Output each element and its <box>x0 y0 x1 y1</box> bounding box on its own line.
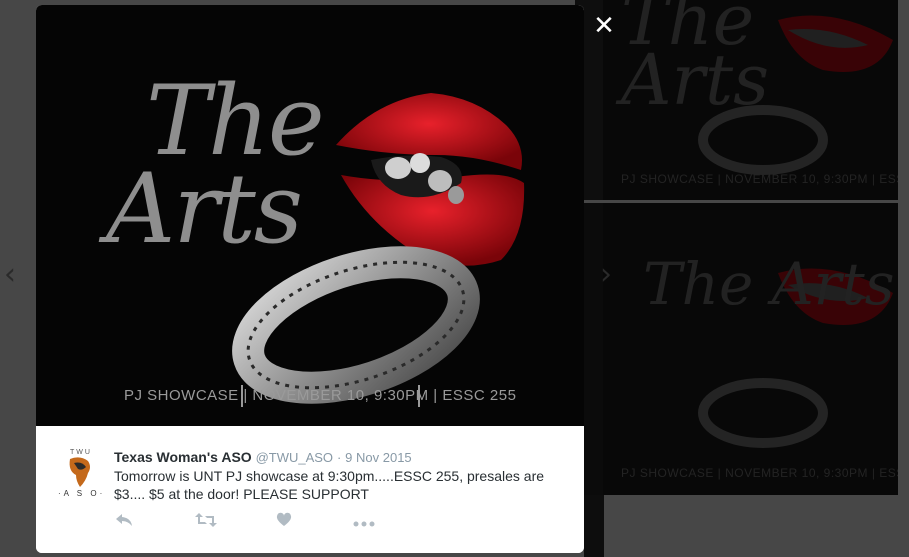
tweet-date[interactable]: 9 Nov 2015 <box>345 450 412 465</box>
gallery-tile-2: The Arts PJ SHOWCASE | NOVEMBER 10, 9:30… <box>603 203 898 495</box>
gallery-tile-1: The Arts PJ SHOWCASE | NOVEMBER 10, 9:30… <box>603 0 898 200</box>
avatar-top-text: TWU <box>70 449 92 456</box>
tile-1-title: The Arts <box>621 0 770 121</box>
tweet-author-name[interactable]: Texas Woman's ASO <box>114 449 252 465</box>
tweet-text: Tomorrow is UNT PJ showcase at 9:30pm...… <box>114 468 545 502</box>
gallery-tile-edge <box>584 495 604 557</box>
tweet-separator: · <box>336 450 342 465</box>
poster-caption: PJ SHOWCASE | NOVEMBER 10, 9:30PM | ESSC… <box>124 387 517 404</box>
poster-image: The Arts PJ SHOWCASE | NOVEMBER 10, 9:30… <box>36 5 584 426</box>
close-icon[interactable]: ✕ <box>590 12 618 40</box>
tweet-author-handle[interactable]: @TWU_ASO <box>256 450 333 465</box>
tile-1-caption: PJ SHOWCASE | NOVEMBER 10, 9:30PM | ESSC… <box>621 172 898 186</box>
tweet-header: Texas Woman's ASO @TWU_ASO · 9 Nov 2015 <box>114 449 412 465</box>
poster-title: The Arts <box>106 65 325 257</box>
avatar[interactable]: TWU ·A S O· <box>58 449 102 499</box>
avatar-bottom-text: ·A S O· <box>58 489 106 498</box>
more-icon[interactable] <box>352 512 376 532</box>
media-modal: The Arts PJ SHOWCASE | NOVEMBER 10, 9:30… <box>36 5 584 553</box>
tile-2-title: The Arts <box>643 250 895 318</box>
tile-2-artwork <box>698 268 893 448</box>
previous-arrow-icon[interactable]: ‹ <box>4 260 16 290</box>
tile-2-caption: PJ SHOWCASE | NOVEMBER 10, 9:30PM | ESSC… <box>621 466 898 480</box>
poster-title-line1: The <box>146 65 325 177</box>
reply-icon[interactable] <box>114 512 134 532</box>
poster-title-line2: Arts <box>106 153 303 265</box>
tweet-card: TWU ·A S O· Texas Woman's ASO @TWU_ASO ·… <box>36 426 584 553</box>
next-arrow-icon[interactable]: › <box>600 260 612 290</box>
retweet-icon[interactable] <box>194 512 218 532</box>
heart-icon[interactable] <box>274 512 294 532</box>
